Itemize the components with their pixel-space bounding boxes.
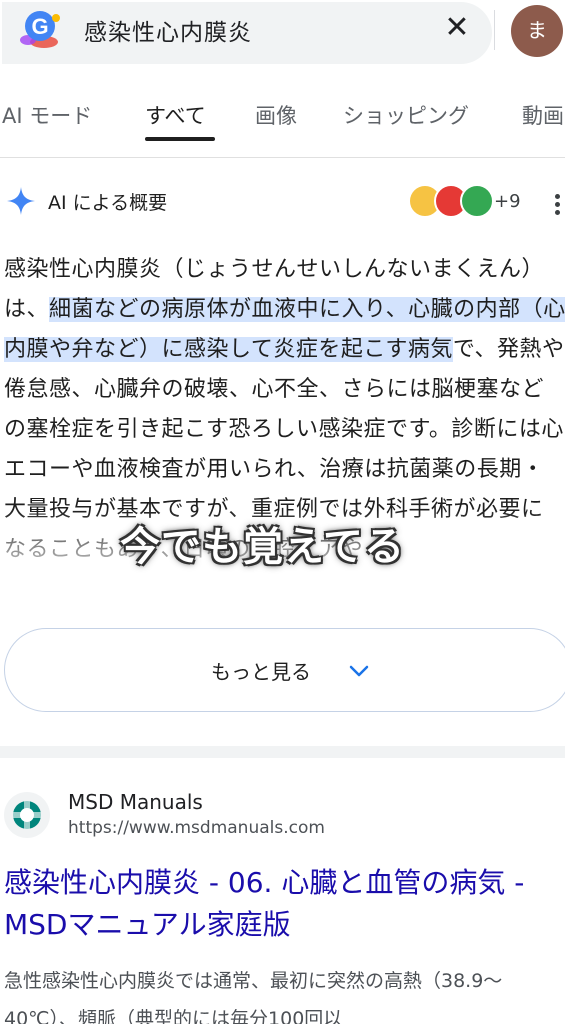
tab-images[interactable]: 画像 <box>255 100 297 130</box>
active-tab-indicator <box>145 137 215 141</box>
msd-logo-icon <box>13 801 41 829</box>
section-divider <box>0 746 565 758</box>
search-tabs: AI モード すべて 画像 ショッピング 動画 <box>0 92 565 146</box>
close-icon[interactable]: ✕ <box>440 12 474 46</box>
sparkle-icon <box>7 187 35 215</box>
avatar[interactable]: ま <box>511 5 563 57</box>
ai-overview-title: AI による概要 <box>48 192 168 214</box>
tab-shopping[interactable]: ショッピング <box>343 100 469 130</box>
divider <box>0 157 565 158</box>
more-options-icon[interactable] <box>555 194 565 218</box>
chevron-down-icon <box>349 665 369 677</box>
tab-ai-mode[interactable]: AI モード <box>2 100 92 130</box>
site-url[interactable]: https://www.msdmanuals.com <box>68 818 325 838</box>
result-title-link[interactable]: 感染性心内膜炎 - 06. 心臓と血管の病気 - MSDマニュアル家庭版 <box>4 862 565 946</box>
source-favicon-icon <box>460 184 494 218</box>
google-logo-icon[interactable]: G <box>14 6 64 52</box>
svg-text:G: G <box>31 14 48 39</box>
more-sources-count[interactable]: +9 <box>494 191 521 212</box>
search-query[interactable]: 感染性心内膜炎 <box>84 13 252 47</box>
ai-overview-header: AI による概要 +9 <box>0 180 565 226</box>
site-favicon[interactable] <box>4 792 50 838</box>
divider <box>494 10 495 50</box>
tab-all[interactable]: すべて <box>145 100 206 130</box>
source-favicons[interactable] <box>408 184 498 218</box>
show-more-button[interactable]: もっと見る <box>4 628 565 712</box>
video-caption: 今でも覚えてる <box>120 524 405 570</box>
search-bar: G 感染性心内膜炎 ✕ ま <box>0 0 565 70</box>
site-name[interactable]: MSD Manuals <box>68 790 203 814</box>
show-more-label: もっと見る <box>211 660 311 684</box>
result-snippet: 急性感染性心内膜炎では通常、最初に突然の高熱（38.9〜40℃）、頻脈（典型的に… <box>4 970 503 1024</box>
tab-videos[interactable]: 動画 <box>522 100 564 130</box>
